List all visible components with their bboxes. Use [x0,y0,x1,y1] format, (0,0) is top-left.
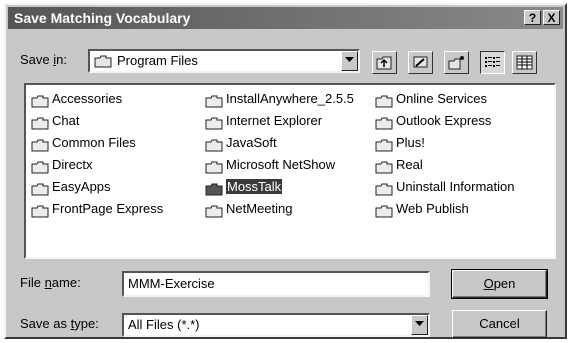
folder-item[interactable]: Outlook Express [374,110,515,132]
file-name-label: File name: [20,275,81,290]
open-button[interactable]: Open [451,269,548,299]
folder-name: Real [396,157,423,172]
list-view-button[interactable] [480,51,505,74]
cancel-button[interactable]: Cancel [452,310,547,338]
folder-name: MossTalk [226,179,283,194]
file-name-input[interactable]: MMM-Exercise [122,271,430,297]
save-dialog: Save Matching Vocabulary ? X Save in: Pr… [4,3,567,339]
folder-icon [94,55,112,71]
folder-column-3: Online Services Outlook Express Plus! Real U… [374,88,515,220]
folder-name: Directx [52,157,93,172]
new-folder-icon [448,56,464,70]
folder-item[interactable]: InstallAnywhere_2.5.5 [204,88,354,110]
save-in-combo[interactable]: Program Files [88,49,360,73]
file-name-value: MMM-Exercise [128,276,215,291]
up-one-level-button[interactable] [372,51,397,74]
save-as-type-dropdown-button[interactable] [411,315,428,335]
folder-item[interactable]: Real [374,154,515,176]
folder-name: Outlook Express [396,113,492,128]
chevron-down-icon [345,57,354,62]
file-list[interactable]: Accessories Chat Common Files Directx EasyAp… [24,83,556,259]
folder-icon [31,203,49,225]
new-folder-button[interactable] [444,51,469,74]
folder-item[interactable]: Web Publish [374,198,515,220]
save-as-type-label: Save as type: [20,316,99,331]
folder-icon [205,203,223,225]
folder-name: Microsoft NetShow [226,157,336,172]
folder-icon [375,203,393,225]
folder-name: Chat [52,113,80,128]
folder-name: Uninstall Information [396,179,515,194]
list-view-icon [485,57,500,67]
folder-name: FrontPage Express [52,201,164,216]
folder-name: JavaSoft [226,135,277,150]
folder-name: Common Files [52,135,136,150]
title-bar[interactable]: Save Matching Vocabulary ? X [8,7,563,29]
details-view-icon [516,55,533,70]
folder-name: NetMeeting [226,201,293,216]
folder-name: Internet Explorer [226,113,323,128]
folder-item[interactable]: Online Services [374,88,515,110]
details-view-button[interactable] [512,51,537,74]
folder-item[interactable]: Chat [30,110,163,132]
folder-column-2: InstallAnywhere_2.5.5 Internet Explorer Ja… [204,88,354,220]
folder-column-1: Accessories Chat Common Files Directx EasyAp… [30,88,163,220]
folder-item[interactable]: EasyApps [30,176,163,198]
folder-item[interactable]: Directx [30,154,163,176]
folder-item[interactable]: Plus! [374,132,515,154]
save-in-label: Save in: [20,52,67,67]
folder-name: Online Services [396,91,488,106]
folder-name: EasyApps [52,179,111,194]
folder-name: Web Publish [396,201,469,216]
desktop-button[interactable] [408,51,433,74]
save-as-type-combo[interactable]: All Files (*.*) [122,313,430,337]
help-button[interactable]: ? [524,10,541,25]
save-as-type-value: All Files (*.*) [128,317,200,332]
desktop-icon [413,56,428,68]
folder-item[interactable]: MossTalk [204,176,354,198]
folder-item[interactable]: FrontPage Express [30,198,163,220]
up-one-level-icon [376,56,392,70]
folder-item[interactable]: JavaSoft [204,132,354,154]
folder-item[interactable]: Uninstall Information [374,176,515,198]
chevron-down-icon [415,321,424,326]
close-button[interactable]: X [543,10,560,25]
folder-item[interactable]: NetMeeting [204,198,354,220]
folder-name: Plus! [396,135,425,150]
dialog-title: Save Matching Vocabulary [14,10,191,26]
save-in-dropdown-button[interactable] [341,51,358,71]
folder-item[interactable]: Internet Explorer [204,110,354,132]
folder-name: Accessories [52,91,123,106]
folder-item[interactable]: Microsoft NetShow [204,154,354,176]
save-in-value: Program Files [117,53,198,68]
folder-name: InstallAnywhere_2.5.5 [226,91,354,106]
folder-item[interactable]: Common Files [30,132,163,154]
folder-item[interactable]: Accessories [30,88,163,110]
